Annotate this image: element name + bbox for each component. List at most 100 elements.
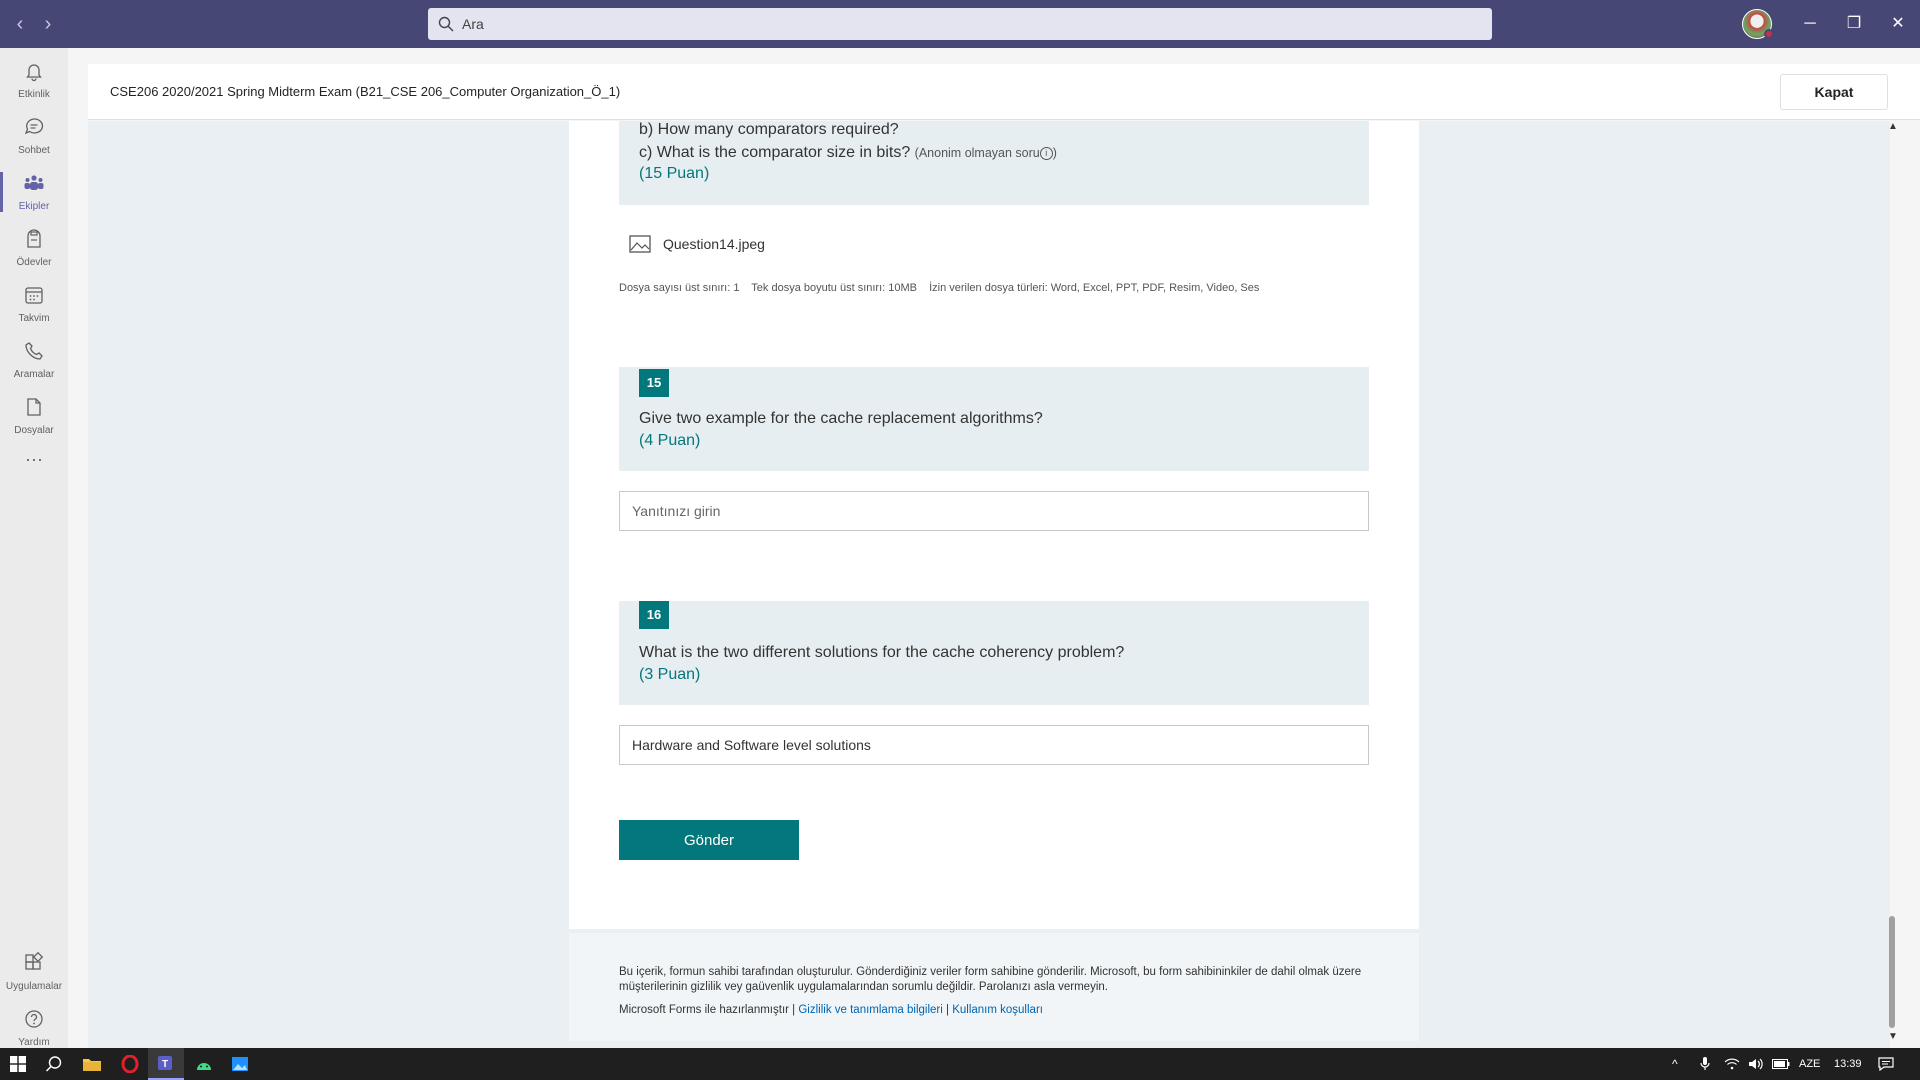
rail-label-teams: Ekipler [18, 201, 50, 212]
rail-label-chat: Sohbet [18, 145, 50, 156]
apps-icon [25, 951, 44, 970]
help-icon [25, 1010, 43, 1028]
question-14-line-c: c) What is the comparator size in bits? … [639, 144, 1057, 162]
rail-label-files: Dosyalar [14, 425, 54, 436]
disclaimer-text: Bu içerik, formun sahibi tarafından oluş… [619, 966, 1362, 993]
terms-link[interactable]: Kullanım koşulları [952, 1004, 1043, 1016]
file-explorer-button[interactable] [74, 1048, 110, 1080]
volume-icon[interactable] [1748, 1048, 1764, 1080]
rail-item-assignments[interactable]: Ödevler [0, 220, 68, 276]
anonymous-note-text: (Anonim olmayan soru [914, 146, 1040, 160]
rail-item-calls[interactable]: Aramalar [0, 332, 68, 388]
taskbar-search-button[interactable] [36, 1048, 72, 1080]
rail-item-calendar[interactable]: Takvim [0, 276, 68, 332]
rail-label-apps: Uygulamalar [5, 981, 63, 992]
kapat-button[interactable]: Kapat [1780, 74, 1888, 110]
file-name: Question14.jpeg [663, 236, 765, 252]
question-15-block: 15 Give two example for the cache replac… [619, 367, 1369, 471]
chat-icon [24, 118, 44, 135]
rail-label-activity: Etkinlik [18, 89, 50, 100]
rail-label-help: Yardım [18, 1037, 50, 1048]
question-15-answer-input[interactable] [619, 491, 1369, 531]
uploaded-file[interactable]: Question14.jpeg [629, 235, 765, 253]
forward-button[interactable]: › [36, 12, 60, 36]
file-icon [27, 398, 41, 416]
rail-label-assignments: Ödevler [16, 257, 52, 268]
anonymous-note-close: ) [1052, 146, 1057, 160]
back-button[interactable]: ‹ [8, 12, 32, 36]
question-number-badge: 15 [639, 369, 669, 397]
scroll-down-arrow-icon[interactable]: ▼ [1888, 1031, 1898, 1042]
bell-icon [26, 64, 42, 82]
windows-taskbar: T ^ AZE 13:39 [0, 1048, 1920, 1080]
powered-by: Microsoft Forms ile hazırlanmıştır | Giz… [619, 1004, 1043, 1016]
teams-app-icon: T [158, 1056, 172, 1070]
question-14-block: b) How many comparators required? c) Wha… [619, 121, 1369, 205]
opera-icon [121, 1055, 139, 1073]
question-14-points: (15 Puan) [639, 165, 710, 182]
rail-item-files[interactable]: Dosyalar [0, 388, 68, 444]
start-button[interactable] [0, 1048, 36, 1080]
question-16-text: What is the two different solutions for … [639, 644, 1125, 661]
page-title: CSE206 2020/2021 Spring Midterm Exam (B2… [110, 84, 621, 99]
allowed-file-types: İzin verilen dosya türleri: Word, Excel,… [929, 282, 1260, 294]
close-window-button[interactable]: ✕ [1884, 10, 1912, 38]
form-header: CSE206 2020/2021 Spring Midterm Exam (B2… [88, 64, 1920, 120]
scroll-up-arrow-icon[interactable]: ▲ [1888, 121, 1898, 132]
link-separator: | [946, 1004, 949, 1016]
scroll-thumb[interactable] [1889, 916, 1895, 1028]
notifications-icon[interactable] [1878, 1048, 1894, 1080]
form-scroll-area: b) How many comparators required? c) Wha… [88, 121, 1890, 1048]
question-number-badge: 16 [639, 601, 669, 629]
form-footer: Bu içerik, formun sahibi tarafından oluş… [569, 933, 1419, 1041]
search-icon [45, 1056, 62, 1072]
left-rail: Etkinlik Sohbet Ekipler Ödevler Takvim A… [0, 48, 68, 1048]
folder-icon [83, 1059, 101, 1071]
search-box[interactable] [428, 8, 1492, 40]
tray-chevron-icon[interactable]: ^ [1672, 1048, 1678, 1080]
upload-limits: Dosya sayısı üst sınırı: 1 Tek dosya boy… [619, 282, 1268, 294]
wifi-icon[interactable] [1724, 1048, 1740, 1080]
battery-icon[interactable] [1772, 1048, 1790, 1080]
teams-icon [24, 175, 44, 190]
svg-text:T: T [162, 1059, 168, 1070]
image-file-icon [629, 235, 651, 253]
status-dot-icon [1764, 29, 1774, 39]
info-icon[interactable]: i [1039, 147, 1053, 161]
rail-item-activity[interactable]: Etkinlik [0, 52, 68, 108]
calendar-icon [25, 287, 43, 304]
form-card: b) How many comparators required? c) Wha… [569, 121, 1419, 929]
android-icon [197, 1063, 211, 1070]
minimize-button[interactable]: ─ [1796, 10, 1824, 38]
question-16-answer-input[interactable] [619, 725, 1369, 765]
rail-label-calendar: Takvim [18, 313, 50, 324]
title-bar: ‹ › ─ ❐ ✕ [0, 0, 1920, 48]
clock[interactable]: 13:39 [1834, 1048, 1862, 1080]
rail-item-apps[interactable]: Uygulamalar [0, 944, 68, 1000]
question-14-line-b: b) How many comparators required? [639, 121, 899, 138]
assignments-icon [27, 229, 41, 248]
privacy-link[interactable]: Gizlilik ve tanımlama bilgileri [798, 1004, 942, 1016]
scrollbar[interactable]: ▲ ▼ [1884, 121, 1900, 1048]
rail-item-teams[interactable]: Ekipler [0, 164, 68, 220]
photos-button[interactable] [222, 1048, 258, 1080]
question-14-line-c-text: c) What is the comparator size in bits? [639, 144, 911, 161]
question-16-points: (3 Puan) [639, 666, 701, 683]
android-studio-button[interactable] [186, 1048, 222, 1080]
maximize-button[interactable]: ❐ [1840, 10, 1868, 38]
teams-taskbar-button[interactable]: T [148, 1048, 184, 1080]
rail-item-chat[interactable]: Sohbet [0, 108, 68, 164]
input-language[interactable]: AZE [1799, 1048, 1820, 1080]
opera-button[interactable] [112, 1048, 148, 1080]
more-apps-button[interactable]: ··· [0, 444, 68, 500]
anonymous-note: (Anonim olmayan soru i) [914, 146, 1057, 161]
search-icon [438, 16, 454, 32]
powered-by-text: Microsoft Forms ile hazırlanmıştır | [619, 1004, 796, 1016]
photos-icon [232, 1057, 248, 1071]
microphone-icon[interactable] [1700, 1048, 1710, 1080]
submit-button[interactable]: Gönder [619, 820, 799, 860]
question-16-block: 16 What is the two different solutions f… [619, 601, 1369, 705]
search-input[interactable] [462, 16, 1462, 32]
max-file-size: Tek dosya boyutu üst sınırı: 10MB [751, 282, 917, 294]
rail-label-calls: Aramalar [13, 369, 55, 380]
